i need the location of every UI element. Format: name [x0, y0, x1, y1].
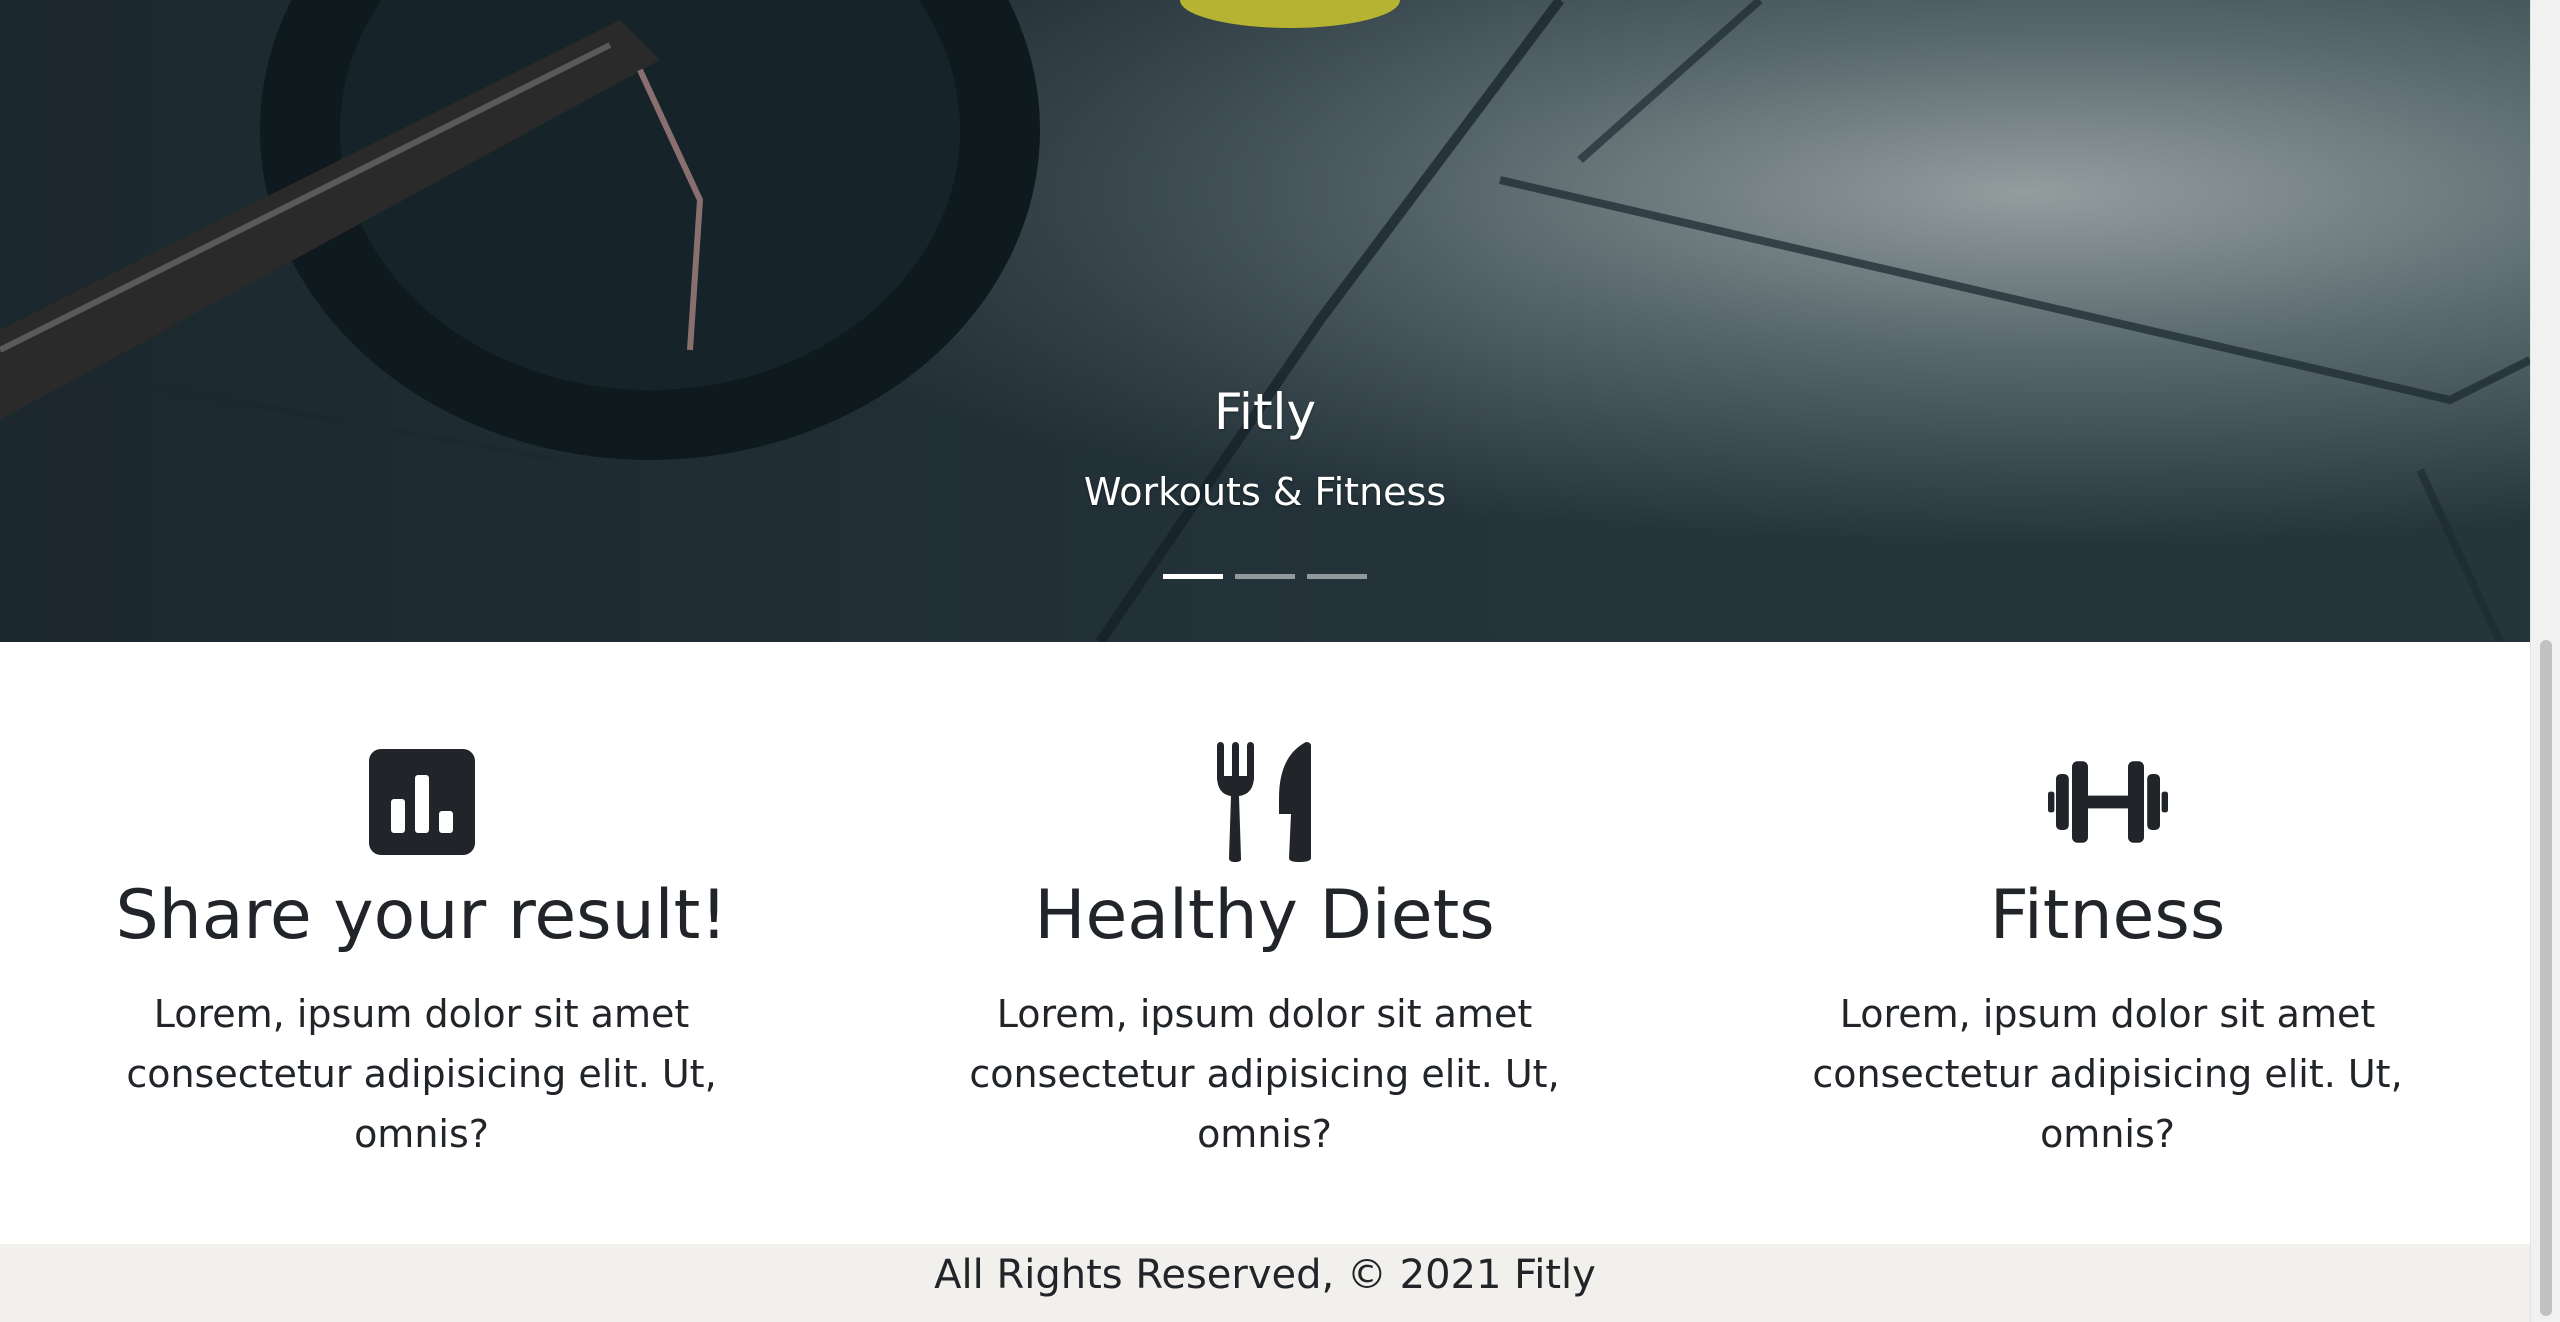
vertical-scrollbar[interactable] [2530, 0, 2560, 1322]
utensils-icon [1205, 742, 1325, 862]
features-section: Share your result! Lorem, ipsum dolor si… [0, 642, 2530, 1244]
hero-background-image [0, 0, 2530, 642]
dumbbell-icon [2047, 742, 2168, 862]
feature-text: Lorem, ipsum dolor sit amet consectetur … [126, 992, 717, 1156]
carousel-indicators [0, 574, 2530, 579]
feature-title: Fitness [1989, 876, 2226, 955]
page: Fitly Workouts & Fitness Share your resu… [0, 0, 2530, 1322]
feature-title: Healthy Diets [1034, 876, 1495, 955]
hero-subtitle: Workouts & Fitness [1083, 470, 1447, 514]
hero-carousel: Fitly Workouts & Fitness [0, 0, 2530, 642]
feature-text: Lorem, ipsum dolor sit amet consectetur … [969, 992, 1560, 1156]
carousel-indicator-3[interactable] [1307, 574, 1367, 579]
hero-title: Fitly [1213, 383, 1317, 441]
feature-text: Lorem, ipsum dolor sit amet consectetur … [1812, 992, 2403, 1156]
bar-chart-icon [362, 742, 482, 862]
carousel-indicator-1[interactable] [1163, 574, 1223, 579]
footer-copyright: All Rights Reserved, © 2021 Fitly [934, 1252, 1596, 1298]
feature-title: Share your result! [115, 876, 728, 955]
footer: All Rights Reserved, © 2021 Fitly [0, 1244, 2530, 1322]
scrollbar-thumb[interactable] [2540, 640, 2552, 1316]
carousel-indicator-2[interactable] [1235, 574, 1295, 579]
